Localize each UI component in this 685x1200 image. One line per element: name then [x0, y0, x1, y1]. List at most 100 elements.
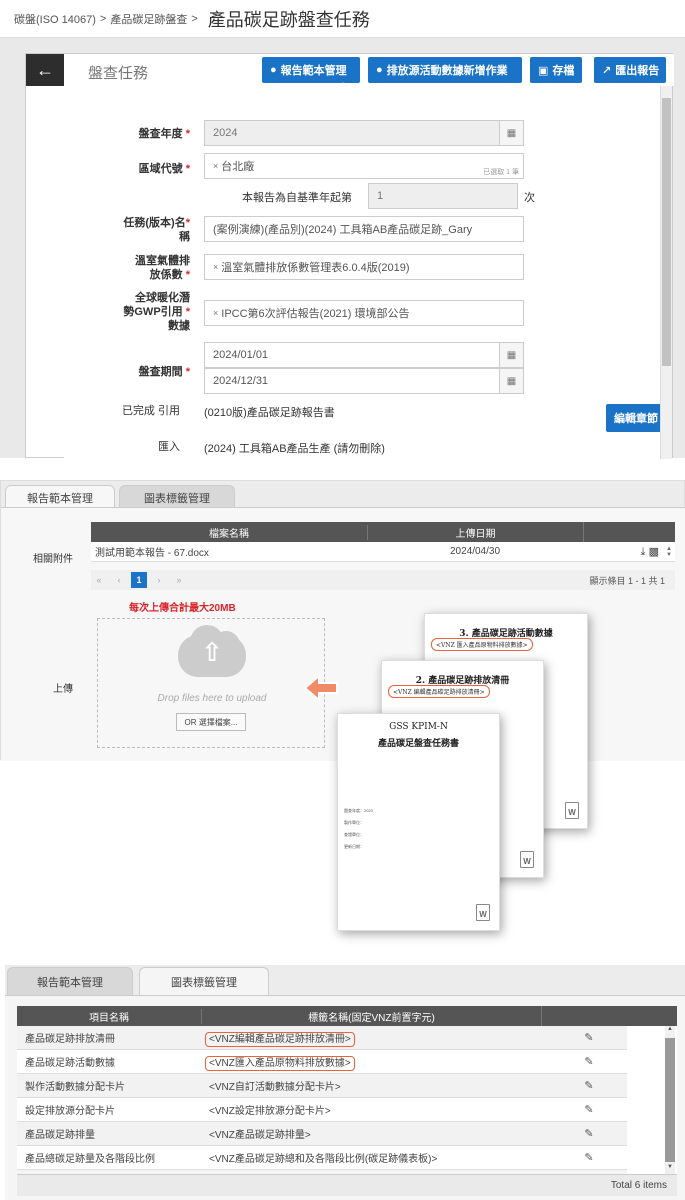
edit-pencil-icon[interactable]: ✎ [551, 1127, 627, 1140]
region-field[interactable]: × 台北廠 已選取 1 筆 [204, 153, 524, 179]
upload-dropzone[interactable]: ⇧ Drop files here to upload OR 選擇檔案... [97, 618, 325, 748]
tab-template-management-2[interactable]: 報告範本管理 [7, 967, 133, 995]
chart-tag-tab-body: 項目名稱 標籤名稱(固定VNZ前置字元) 產品碳足跡排放清冊 <VNZ編輯產品碳… [5, 995, 685, 1200]
col-tag-name: 標籤名稱(固定VNZ前置字元) [201, 1008, 541, 1024]
word-icon: W [565, 802, 579, 819]
scroll-up-icon[interactable]: ▲ [665, 1026, 675, 1036]
file-name-cell[interactable]: 測試用範本報告 - 67.docx [91, 544, 367, 559]
edit-pencil-icon[interactable]: ✎ [551, 1031, 627, 1044]
pager-last-icon[interactable]: » [171, 572, 187, 588]
save-button[interactable]: ▣ 存檔 [530, 57, 582, 83]
table-row[interactable]: 製作活動數據分配卡片 <VNZ自訂活動數據分配卡片> ✎ [17, 1074, 627, 1098]
plus-circle-icon: ● [376, 64, 383, 76]
export-report-button[interactable]: ↗ 匯出報告 [594, 57, 666, 83]
pager-prev-icon[interactable]: ‹ [111, 572, 127, 588]
tab-chart-tag-management[interactable]: 圖表標籤管理 [119, 485, 235, 509]
period-label: 盤查期間 * [138, 366, 190, 378]
calendar-icon[interactable]: ▦ [499, 369, 523, 393]
ghg-value: 溫室氣體排放係數管理表6.0.4版(2019) [221, 262, 410, 274]
gwp-label: 全球暖化潛 勢GWP引用 * 數據 [123, 292, 190, 332]
breadcrumb-item-1[interactable]: 碳盤(ISO 14067) [14, 11, 96, 27]
gwp-field[interactable]: × IPCC第6次評估報告(2021) 環境部公告 [204, 300, 524, 326]
pager-next-icon[interactable]: › [151, 572, 167, 588]
col-file-name: 檔案名稱 [209, 528, 249, 540]
document-card-1: GSS KPIM-N 產品碳足盤查任務書 盤查年度：2023 製作單位： 查證單… [337, 713, 500, 931]
chart-tag-section: 報告範本管理 圖表標籤管理 項目名稱 標籤名稱(固定VNZ前置字元) 產品碳足跡… [5, 965, 685, 1200]
col-upload-date: 上傳日期 [367, 524, 583, 540]
pager: « ‹ 1 › » 顯示條目 1 - 1 共 1 [91, 570, 675, 590]
choose-file-button[interactable]: OR 選擇檔案... [176, 713, 246, 731]
report-count-field[interactable]: 1 [368, 183, 518, 209]
row-scroll-icon[interactable]: ▲ ▼ [663, 546, 675, 558]
table-row[interactable]: 設定排放源分配卡片 <VNZ設定排放源分配卡片> ✎ [17, 1098, 627, 1122]
year-field[interactable]: 2024 ▦ [204, 120, 524, 146]
breadcrumb-separator: > [191, 12, 198, 25]
arrow-up-icon: ⇧ [201, 637, 223, 667]
year-label: 盤查年度 * [138, 128, 190, 140]
tag-table-scrollbar-thumb[interactable] [665, 1038, 675, 1162]
region-label: 區域代號 * [138, 163, 190, 175]
edit-chapter-button[interactable]: 編輯章節 [606, 404, 666, 432]
attachment-table-header: 檔案名稱 上傳日期 [91, 522, 675, 542]
download-icon[interactable]: ⤓ [641, 546, 646, 558]
calendar-icon[interactable]: ▦ [499, 121, 523, 145]
tag-name-cell: <VNZ自訂活動數據分配卡片> [209, 1082, 341, 1093]
doc1-line: 查證單位： [344, 832, 364, 837]
table-row[interactable]: 產品碳足跡活動數據 <VNZ匯入產品原物料排放數據> ✎ [17, 1050, 627, 1074]
arrow-left-icon: ← [36, 59, 54, 80]
tag-table-scrollbar[interactable]: ▲ ▼ [665, 1026, 675, 1174]
region-selected-count: 已選取 1 筆 [483, 169, 519, 176]
doc1-line: 更新日期： [344, 844, 364, 849]
edit-pencil-icon[interactable]: ✎ [551, 1151, 627, 1164]
pager-current[interactable]: 1 [131, 572, 147, 588]
export-report-label: 匯出報告 [615, 65, 660, 77]
tag-table-header: 項目名稱 標籤名稱(固定VNZ前置字元) [17, 1006, 677, 1026]
task-card: ← 盤查任務 ● 報告範本管理 ● 排放源活動數據新增作業 ▣ 存檔 ↗ 匯出報… [25, 53, 674, 459]
item-name-cell: 產品碳足跡活動數據 [25, 1058, 115, 1069]
word-icon: W [476, 904, 490, 921]
form-scrollbar-thumb[interactable] [662, 98, 671, 366]
word-icon: W [520, 851, 534, 868]
back-button[interactable]: ← [26, 54, 64, 86]
task-name-field[interactable]: (案例演練)(產品別)(2024) 工具箱AB產品碳足跡_Gary [204, 216, 524, 242]
table-row[interactable]: 產品碳足跡排放清冊 <VNZ編輯產品碳足跡排放清冊> ✎ [17, 1026, 627, 1050]
form-section: ← 盤查任務 ● 報告範本管理 ● 排放源活動數據新增作業 ▣ 存檔 ↗ 匯出報… [0, 38, 685, 459]
item-name-cell: 產品碳足跡排放清冊 [25, 1034, 115, 1045]
period-start-field[interactable]: 2024/01/01 ▦ [204, 342, 524, 368]
ghg-field[interactable]: × 溫室氣體排放係數管理表6.0.4版(2019) [204, 254, 524, 280]
tab-chart-tag-management-2[interactable]: 圖表標籤管理 [139, 967, 269, 996]
add-activity-button[interactable]: ● 排放源活動數據新增作業 [368, 57, 522, 83]
remove-tag-icon[interactable]: × [213, 161, 218, 171]
tab-template-management[interactable]: 報告範本管理 [5, 485, 115, 509]
calendar-icon[interactable]: ▦ [499, 343, 523, 367]
ghg-label: 溫室氣體排 放係數 * [135, 255, 190, 281]
doc1-line: 製作單位： [344, 820, 364, 825]
edit-pencil-icon[interactable]: ✎ [551, 1103, 627, 1116]
item-name-cell: 產品總碳足跡量及各階段比例 [25, 1154, 155, 1165]
table-row[interactable]: 產品碳足跡排量 <VNZ產品碳足跡排量> ✎ [17, 1122, 627, 1146]
drop-text: Drop files here to upload [157, 693, 267, 704]
import-label: 匯入 [158, 441, 180, 453]
breadcrumb-item-2[interactable]: 產品碳足跡盤查 [110, 11, 187, 27]
table-row[interactable]: 測試用範本報告 - 67.docx 2024/04/30 ⤓ ▩ ▲ ▼ [91, 542, 675, 562]
remove-tag-icon[interactable]: × [213, 262, 218, 272]
export-icon: ↗ [602, 64, 612, 77]
completed-label: 已完成 引用 [121, 405, 180, 417]
remove-tag-icon[interactable]: × [213, 308, 218, 318]
trash-icon[interactable]: ▩ [649, 546, 659, 558]
scroll-down-icon[interactable]: ▼ [665, 1164, 675, 1174]
template-management-label: 報告範本管理 [280, 65, 347, 77]
report-count-prefix: 本報告為自基準年起第 [242, 192, 352, 204]
edit-pencil-icon[interactable]: ✎ [551, 1055, 627, 1068]
add-activity-label: 排放源活動數據新增作業 [386, 65, 508, 77]
form-scrollbar[interactable] [660, 86, 672, 459]
root: 碳盤(ISO 14067) > 產品碳足跡盤查 > 產品碳足跡盤查任務 ← 盤查… [0, 0, 685, 1200]
item-name-cell: 產品碳足跡排量 [25, 1130, 95, 1141]
doc3-tag: <VNZ 匯入產品原物料排放數據> [431, 638, 533, 651]
table-row[interactable]: 產品總碳足跡量及各階段比例 <VNZ產品碳足跡總和及各階段比例(碳足跡儀表板)>… [17, 1146, 627, 1170]
form-area: 盤查年度 * 2024 ▦ 區域代號 * × 台北廠 已選取 1 筆 本報告為自… [64, 86, 666, 459]
period-end-field[interactable]: 2024/12/31 ▦ [204, 368, 524, 394]
pager-first-icon[interactable]: « [91, 572, 107, 588]
edit-pencil-icon[interactable]: ✎ [551, 1079, 627, 1092]
card-title: 盤查任務 [88, 65, 149, 82]
